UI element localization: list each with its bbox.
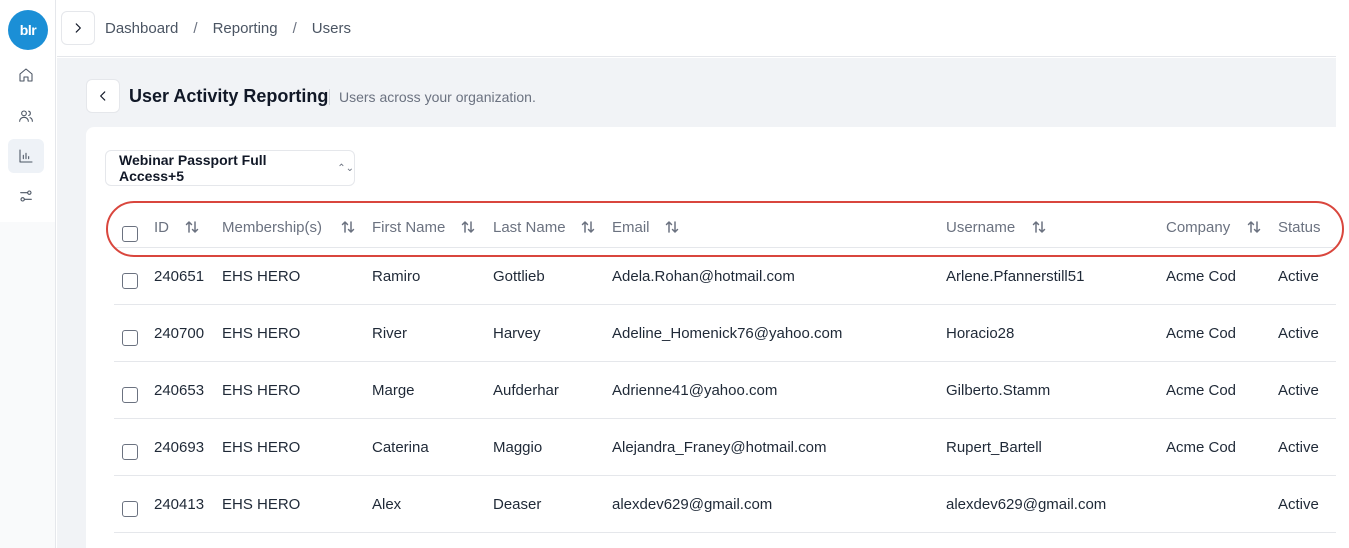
cell-first-name: Alex bbox=[372, 496, 402, 513]
cell-membership: EHS HERO bbox=[222, 325, 301, 342]
cell-id: 240651 bbox=[154, 268, 205, 285]
breadcrumb-separator: / bbox=[193, 20, 198, 37]
top-bar: Dashboard / Reporting / Users bbox=[57, 0, 1336, 57]
breadcrumb: Dashboard / Reporting / Users bbox=[105, 20, 351, 37]
cell-status: Active bbox=[1278, 268, 1319, 285]
sidebar-item-reporting[interactable] bbox=[8, 139, 44, 173]
chevron-right-icon bbox=[75, 23, 81, 33]
row-checkbox[interactable] bbox=[122, 387, 138, 403]
cell-username: Rupert_Bartell bbox=[946, 439, 1042, 456]
cell-company: Acme Cod bbox=[1166, 439, 1237, 456]
cell-email: Adela.Rohan@hotmail.com bbox=[612, 268, 795, 285]
row-checkbox[interactable] bbox=[122, 330, 138, 346]
chevron-up-down-icon: ⌃⌄ bbox=[337, 162, 354, 174]
cell-membership: EHS HERO bbox=[222, 382, 301, 399]
cell-first-name: Caterina bbox=[372, 439, 429, 456]
cell-username: Arlene.Pfannerstill51 bbox=[946, 268, 1085, 285]
chevron-left-icon bbox=[100, 91, 106, 101]
bar-chart-icon bbox=[19, 149, 33, 163]
cell-first-name: River bbox=[372, 325, 408, 342]
sidebar-item-home[interactable] bbox=[8, 58, 44, 92]
breadcrumb-users: Users bbox=[311, 20, 351, 37]
cell-last-name: Gottlieb bbox=[493, 268, 545, 285]
back-button[interactable] bbox=[86, 79, 120, 113]
page-subtitle: Users across your organization. bbox=[329, 89, 536, 105]
cell-last-name: Deaser bbox=[493, 496, 542, 513]
cell-email: Alejandra_Franey@hotmail.com bbox=[612, 439, 827, 456]
breadcrumb-separator: / bbox=[292, 20, 297, 37]
cell-membership: EHS HERO bbox=[222, 268, 301, 285]
cell-id: 240413 bbox=[154, 496, 205, 513]
sidebar-item-users[interactable] bbox=[8, 99, 44, 133]
sidebar: blr bbox=[0, 0, 56, 222]
cell-username: Gilberto.Stamm bbox=[946, 382, 1051, 399]
row-checkbox[interactable] bbox=[122, 273, 138, 289]
cell-id: 240700 bbox=[154, 325, 205, 342]
cell-membership: EHS HERO bbox=[222, 496, 301, 513]
breadcrumb-dashboard[interactable]: Dashboard bbox=[105, 20, 178, 37]
divider bbox=[114, 361, 1336, 362]
cell-id: 240693 bbox=[154, 439, 205, 456]
cell-company: Acme Cod bbox=[1166, 268, 1237, 285]
divider bbox=[114, 475, 1336, 476]
divider bbox=[114, 304, 1336, 305]
company-logo[interactable]: blr bbox=[8, 10, 48, 50]
row-checkbox[interactable] bbox=[122, 501, 138, 517]
cell-last-name: Harvey bbox=[493, 325, 541, 342]
cell-first-name: Marge bbox=[372, 382, 415, 399]
cell-username: alexdev629@gmail.com bbox=[946, 496, 1107, 513]
cell-email: Adeline_Homenick76@yahoo.com bbox=[612, 325, 843, 342]
home-icon bbox=[19, 68, 33, 82]
users-icon bbox=[19, 110, 33, 122]
cell-last-name: Aufderhar bbox=[493, 382, 559, 399]
sliders-icon bbox=[20, 190, 32, 202]
cell-status: Active bbox=[1278, 439, 1319, 456]
breadcrumb-reporting[interactable]: Reporting bbox=[213, 20, 278, 37]
cell-email: alexdev629@gmail.com bbox=[612, 496, 773, 513]
divider bbox=[114, 418, 1336, 419]
cell-last-name: Maggio bbox=[493, 439, 543, 456]
header-highlight-annotation bbox=[106, 201, 1344, 257]
cell-status: Active bbox=[1278, 325, 1319, 342]
sidebar-item-settings[interactable] bbox=[8, 179, 44, 213]
cell-company: Acme Cod bbox=[1166, 325, 1237, 342]
cell-email: Adrienne41@yahoo.com bbox=[612, 382, 778, 399]
divider bbox=[114, 532, 1336, 533]
membership-filter-dropdown[interactable]: Webinar Passport Full Access+5 ⌃⌄ bbox=[105, 150, 355, 186]
expand-sidebar-button[interactable] bbox=[61, 11, 95, 45]
row-checkbox[interactable] bbox=[122, 444, 138, 460]
cell-first-name: Ramiro bbox=[372, 268, 421, 285]
sidebar-background bbox=[0, 222, 56, 548]
cell-status: Active bbox=[1278, 382, 1319, 399]
page-title: User Activity Reporting bbox=[129, 86, 329, 106]
filter-label: Webinar Passport Full Access+5 bbox=[119, 152, 267, 184]
cell-membership: EHS HERO bbox=[222, 439, 301, 456]
cell-status: Active bbox=[1278, 496, 1319, 513]
cell-company: Acme Cod bbox=[1166, 382, 1237, 399]
cell-username: Horacio28 bbox=[946, 325, 1015, 342]
cell-id: 240653 bbox=[154, 382, 205, 399]
